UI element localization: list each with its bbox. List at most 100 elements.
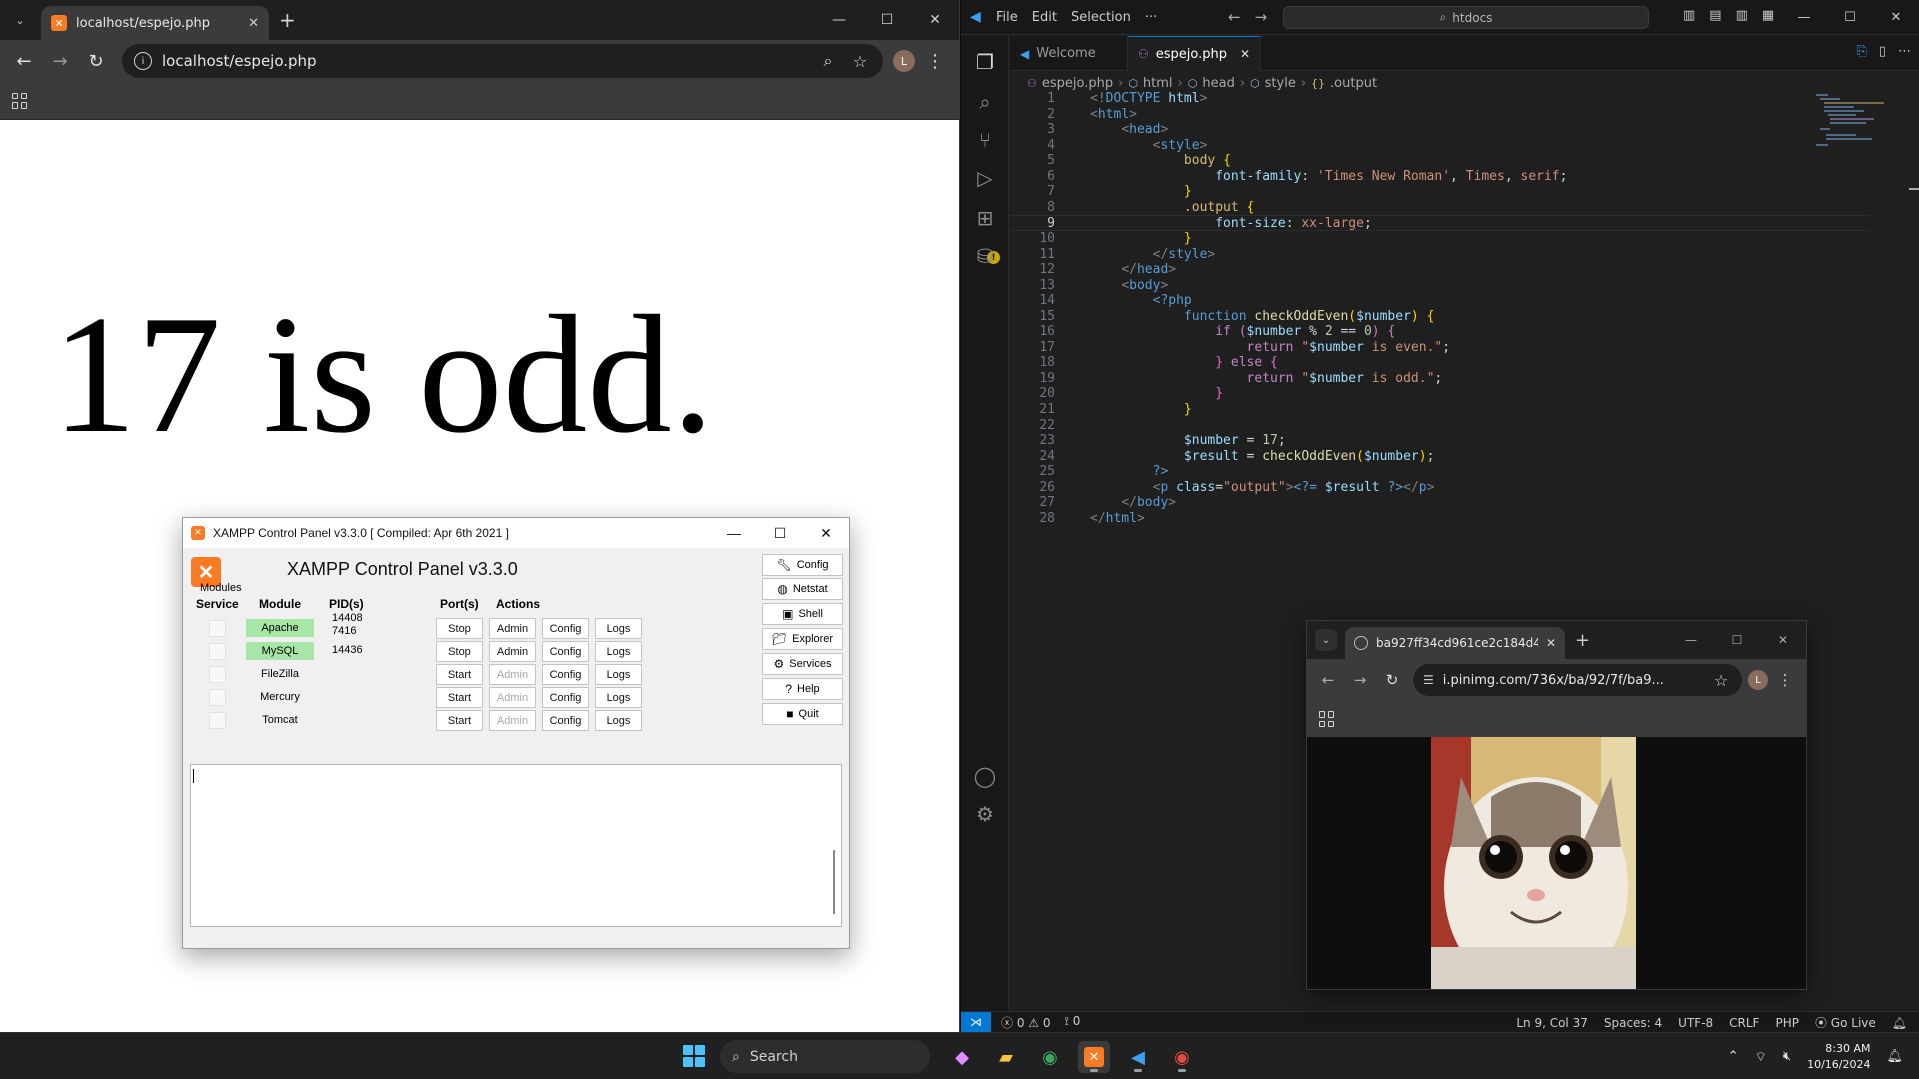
shell-side-button[interactable]: ▣ Shell (762, 603, 843, 625)
clock[interactable]: 8:30 AM 10/16/2024 (1807, 1041, 1870, 1073)
vscode-taskbar-icon[interactable]: ◀ (1122, 1041, 1154, 1073)
minimize-icon[interactable]: — (1668, 621, 1714, 659)
close-window-icon[interactable]: ✕ (803, 518, 849, 548)
copilot-icon[interactable]: ◆ (946, 1041, 978, 1073)
tab-close-icon[interactable]: ✕ (1546, 636, 1556, 650)
settings-gear-icon[interactable]: ⚙ (973, 802, 997, 826)
config-button[interactable]: Config (542, 664, 589, 685)
show-hidden-icons-chevron-icon[interactable]: ⌃ (1728, 1049, 1739, 1064)
nav-back-icon[interactable]: ← (1228, 8, 1241, 26)
tab-search-chevron-icon[interactable]: ⌄ (1315, 629, 1337, 651)
new-tab-plus-icon[interactable]: + (1575, 630, 1590, 651)
code-line[interactable]: 22 (1010, 418, 1870, 434)
start-windows-icon[interactable] (683, 1045, 705, 1067)
code-line[interactable]: 1 <!DOCTYPE html> (1010, 91, 1870, 107)
notifications-icon[interactable]: 🔔︎ (1892, 1016, 1907, 1030)
logs-button[interactable]: Logs (595, 641, 642, 662)
logs-button[interactable]: Logs (595, 618, 642, 639)
remote-indicator-icon[interactable]: ⋊ (961, 1011, 991, 1033)
apps-grid-icon[interactable] (1319, 711, 1335, 727)
browser-tab[interactable]: ✕ localhost/espejo.php ✕ (41, 6, 269, 40)
service-checkbox[interactable] (209, 643, 226, 660)
explorer-side-button[interactable]: 📁︎ Explorer (762, 628, 843, 650)
quit-side-button[interactable]: ■ Quit (762, 703, 843, 725)
start-stop-button[interactable]: Start (436, 687, 483, 708)
address-bar[interactable]: ☰ i.pinimg.com/736x/ba/92/7f/ba9... ☆ (1413, 664, 1742, 696)
code-line[interactable]: 27 </body> (1010, 495, 1870, 511)
start-stop-button[interactable]: Stop (436, 641, 483, 662)
breadcrumb-item[interactable]: style (1265, 76, 1296, 91)
toggle-sidebar-icon[interactable]: ▥ (1683, 8, 1695, 23)
logs-button[interactable]: Logs (595, 710, 642, 731)
more-menu-icon[interactable]: ⋮ (1770, 664, 1800, 696)
config-button[interactable]: Config (542, 710, 589, 731)
new-tab-plus-icon[interactable]: + (279, 10, 296, 30)
menu-more[interactable]: ··· (1145, 10, 1157, 25)
code-line[interactable]: 13 <body> (1010, 278, 1870, 294)
accounts-icon[interactable]: ◯ (973, 764, 997, 788)
code-line[interactable]: 10 } (1010, 231, 1870, 247)
help-side-button[interactable]: ? Help (762, 678, 843, 700)
code-line[interactable]: 7 } (1010, 184, 1870, 200)
minimap[interactable] (1816, 92, 1906, 152)
zoom-icon[interactable]: ⌕ (817, 51, 839, 71)
more-actions-icon[interactable]: ⋯ (1898, 44, 1911, 59)
maximize-icon[interactable]: ☐ (757, 518, 803, 548)
maximize-icon[interactable]: ☐ (1714, 621, 1760, 659)
go-live-button[interactable]: ⦿ Go Live (1815, 1014, 1876, 1031)
split-editor-icon[interactable]: ▯ (1879, 44, 1886, 59)
source-control-icon[interactable]: ⑂ (973, 128, 997, 152)
code-line[interactable]: 4 <style> (1010, 138, 1870, 154)
config-button[interactable]: Config (542, 641, 589, 662)
code-line[interactable]: 9 font-size: xx-large; (1010, 215, 1870, 231)
run-debug-icon[interactable]: ▷ (973, 166, 997, 190)
code-line[interactable]: 25 ?> (1010, 464, 1870, 480)
back-arrow-icon[interactable]: ← (8, 45, 40, 77)
admin-button[interactable]: Admin (489, 664, 536, 685)
code-line[interactable]: 5 body { (1010, 153, 1870, 169)
customize-layout-icon[interactable]: ▦ (1762, 8, 1774, 23)
tab-espejo-php[interactable]: ⚇ espejo.php ✕ (1128, 36, 1262, 71)
log-scrollbar[interactable] (833, 850, 835, 914)
tab-close-icon[interactable]: ✕ (248, 16, 259, 31)
start-stop-button[interactable]: Stop (436, 618, 483, 639)
bookmark-star-icon[interactable]: ☆ (1710, 671, 1732, 690)
more-menu-icon[interactable]: ⋮ (919, 45, 951, 77)
service-checkbox[interactable] (209, 689, 226, 706)
chrome-icon[interactable]: ◉ (1034, 1041, 1066, 1073)
notification-bell-icon[interactable]: 🔔︎ (1886, 1049, 1903, 1064)
admin-button[interactable]: Admin (489, 618, 536, 639)
toggle-panel-icon[interactable]: ▤ (1709, 8, 1721, 23)
maximize-icon[interactable]: ☐ (863, 0, 911, 40)
database-icon[interactable]: ⛁ (973, 244, 997, 268)
wifi-icon[interactable]: ⌔ (1755, 1049, 1767, 1065)
code-line[interactable]: 28 </html> (1010, 511, 1870, 527)
chrome-profile-taskbar-icon[interactable]: ◉ (1166, 1041, 1198, 1073)
config-button[interactable]: Config (542, 618, 589, 639)
address-bar[interactable]: i localhost/espejo.php ⌕ ☆ (122, 44, 883, 78)
address-bar-url[interactable]: i.pinimg.com/736x/ba/92/7f/ba9... (1443, 673, 1701, 688)
address-bar-url[interactable]: localhost/espejo.php (162, 52, 807, 70)
indentation[interactable]: Spaces: 4 (1604, 1016, 1662, 1030)
maximize-icon[interactable]: ☐ (1827, 0, 1873, 35)
breadcrumb-item[interactable]: html (1143, 76, 1173, 91)
open-preview-icon[interactable]: ⎘ (1856, 44, 1866, 59)
extensions-icon[interactable]: ⊞ (973, 206, 997, 230)
problems-indicator[interactable]: ⓧ 0 ⚠ 0 (1001, 1014, 1051, 1031)
nav-forward-icon[interactable]: → (1255, 8, 1268, 26)
code-line[interactable]: 26 <p class="output"><?= $result ?></p> (1010, 480, 1870, 496)
file-explorer-icon[interactable]: ▰ (990, 1041, 1022, 1073)
code-line[interactable]: 14 <?php (1010, 293, 1870, 309)
code-line[interactable]: 20 } (1010, 386, 1870, 402)
forward-arrow-icon[interactable]: → (44, 45, 76, 77)
back-arrow-icon[interactable]: ← (1313, 664, 1343, 696)
logs-button[interactable]: Logs (595, 687, 642, 708)
config-side-button[interactable]: 🔧︎ Config (762, 554, 843, 576)
ports-indicator[interactable]: ⟟ 0 (1065, 1014, 1081, 1031)
editor-scrollbar-indicator[interactable] (1909, 188, 1919, 190)
profile-avatar[interactable]: L (893, 50, 915, 72)
code-editor[interactable]: 1 <!DOCTYPE html> 2 <html> 3 <head> 4 <style>… (1010, 91, 1872, 632)
cursor-position[interactable]: Ln 9, Col 37 (1516, 1016, 1588, 1030)
apps-grid-icon[interactable] (12, 92, 28, 109)
menu-edit[interactable]: Edit (1032, 10, 1057, 25)
